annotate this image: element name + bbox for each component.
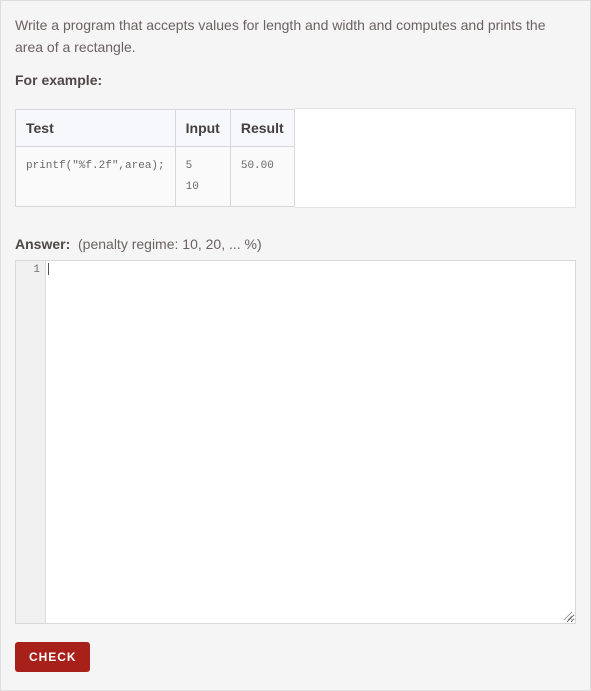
test-code: printf("%f.2f",area); [26,160,165,172]
answer-label: Answer: [15,236,70,252]
cell-test: printf("%f.2f",area); [16,146,176,206]
line-number: 1 [16,263,45,277]
col-test: Test [16,109,176,146]
penalty-regime: (penalty regime: 10, 20, ... %) [78,236,262,252]
answer-label-line: Answer: (penalty regime: 10, 20, ... %) [15,236,576,252]
example-table: Test Input Result printf("%f.2f",area); … [15,109,295,207]
col-input: Input [175,109,230,146]
text-cursor [48,263,49,275]
question-text: Write a program that accepts values for … [15,15,576,58]
cell-input: 5 10 [175,146,230,206]
check-button[interactable]: CHECK [15,642,90,672]
example-header-row: Test Input Result [16,109,295,146]
code-input[interactable] [46,261,575,623]
col-result: Result [230,109,294,146]
for-example-label: For example: [15,72,576,88]
cell-result: 50.00 [230,146,294,206]
example-filler [295,109,576,207]
button-row: CHECK [15,642,576,672]
resize-grip-icon [563,611,573,621]
question-panel: Write a program that accepts values for … [0,0,591,691]
table-row: printf("%f.2f",area); 5 10 50.00 [16,146,295,206]
code-editor[interactable]: 1 [15,260,576,624]
spacer [15,208,576,236]
example-block: Test Input Result printf("%f.2f",area); … [15,108,576,207]
code-area[interactable] [46,261,575,623]
result-value: 50.00 [241,160,274,172]
editor-gutter: 1 [16,261,46,623]
input-values: 5 10 [186,160,199,193]
